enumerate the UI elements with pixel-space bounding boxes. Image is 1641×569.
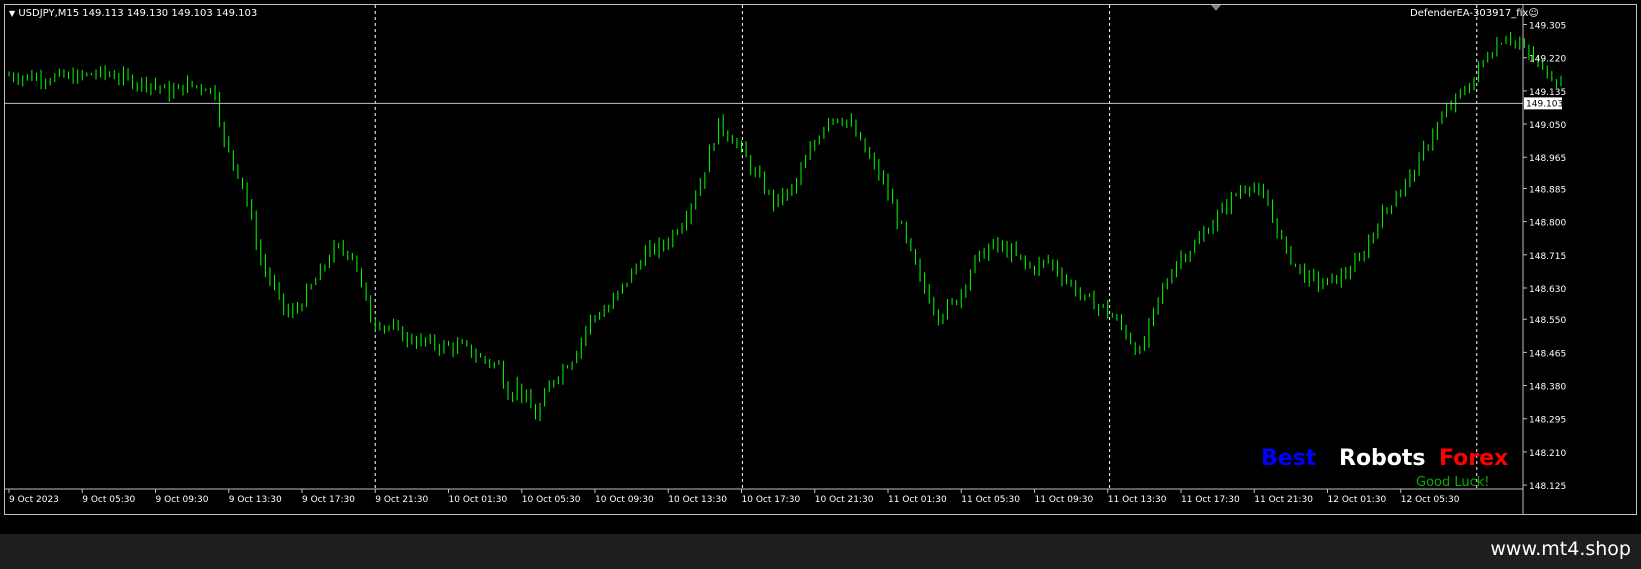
price-chart[interactable]: 149.305 149.220 149.135 149.050 148.965 148.8… bbox=[5, 5, 1636, 514]
price-tick-label: 148.550 bbox=[1529, 316, 1566, 326]
price-tick-label: 148.380 bbox=[1529, 383, 1566, 393]
time-axis: 9 Oct 2023 9 Oct 05:30 9 Oct 09:30 9 Oct 13… bbox=[8, 489, 1460, 505]
price-tick-label: 148.630 bbox=[1529, 285, 1566, 295]
time-tick-label: 12 Oct 05:30 bbox=[1401, 495, 1460, 505]
price-tick-label: 148.800 bbox=[1529, 219, 1566, 229]
chart-frame[interactable]: 149.305 149.220 149.135 149.050 148.965 148.8… bbox=[4, 4, 1637, 515]
time-tick-label: 10 Oct 21:30 bbox=[815, 495, 874, 505]
price-tick-label: 148.125 bbox=[1529, 482, 1566, 492]
symbol-ohlc-line: USDJPY,M15 149.113 149.130 149.103 149.1… bbox=[18, 8, 258, 19]
price-tick-label: 149.135 bbox=[1529, 88, 1566, 98]
price-tick-label: 149.050 bbox=[1529, 121, 1566, 131]
chevron-down-icon[interactable]: ▼ bbox=[9, 9, 15, 18]
time-tick-label: 12 Oct 01:30 bbox=[1328, 495, 1387, 505]
time-tick-label: 9 Oct 05:30 bbox=[82, 495, 135, 505]
time-tick-label: 11 Oct 09:30 bbox=[1035, 495, 1094, 505]
time-tick-label: 9 Oct 13:30 bbox=[229, 495, 282, 505]
watermark-forex: Forex bbox=[1439, 446, 1508, 471]
time-tick-label: 10 Oct 17:30 bbox=[742, 495, 801, 505]
time-tick-label: 10 Oct 05:30 bbox=[522, 495, 581, 505]
current-price-value: 149.103 bbox=[1526, 99, 1563, 109]
footer-bar: www.mt4.shop bbox=[0, 534, 1641, 569]
site-url: www.mt4.shop bbox=[1490, 538, 1631, 560]
time-tick-label: 9 Oct 17:30 bbox=[302, 495, 355, 505]
watermark-good-luck: Good Luck! bbox=[1416, 475, 1490, 490]
time-tick-label: 10 Oct 13:30 bbox=[668, 495, 727, 505]
ea-label[interactable]: DefenderEA-303917_fix☺ bbox=[1410, 8, 1539, 19]
time-tick-label: 9 Oct 09:30 bbox=[156, 495, 209, 505]
chart-shift-marker[interactable] bbox=[1211, 5, 1221, 11]
time-tick-label: 11 Oct 21:30 bbox=[1254, 495, 1313, 505]
time-tick-label: 11 Oct 13:30 bbox=[1108, 495, 1167, 505]
price-tick-label: 148.965 bbox=[1529, 154, 1566, 164]
time-tick-label: 11 Oct 01:30 bbox=[888, 495, 947, 505]
price-tick-label: 149.220 bbox=[1529, 55, 1566, 65]
price-axis: 149.305 149.220 149.135 149.050 148.965 148.8… bbox=[1523, 22, 1566, 492]
price-tick-label: 149.305 bbox=[1529, 22, 1566, 32]
time-tick-label: 11 Oct 17:30 bbox=[1181, 495, 1240, 505]
time-tick-label: 10 Oct 09:30 bbox=[595, 495, 654, 505]
price-tick-label: 148.210 bbox=[1529, 449, 1566, 459]
price-tick-label: 148.885 bbox=[1529, 185, 1566, 195]
current-price-label: 149.103 bbox=[1524, 97, 1563, 110]
candles bbox=[8, 31, 1562, 422]
time-tick-label: 9 Oct 2023 bbox=[9, 495, 59, 505]
price-tick-label: 148.295 bbox=[1529, 416, 1566, 426]
time-tick-label: 10 Oct 01:30 bbox=[449, 495, 508, 505]
watermark-robots: Robots bbox=[1339, 446, 1426, 471]
chart-window[interactable]: 149.305 149.220 149.135 149.050 148.965 148.8… bbox=[0, 0, 1641, 534]
chart-header: ▼ USDJPY,M15 149.113 149.130 149.103 149… bbox=[9, 8, 257, 19]
price-tick-label: 148.715 bbox=[1529, 252, 1566, 262]
time-tick-label: 9 Oct 21:30 bbox=[375, 495, 428, 505]
time-tick-label: 11 Oct 05:30 bbox=[961, 495, 1020, 505]
price-tick-label: 148.465 bbox=[1529, 349, 1566, 359]
watermark-best: Best bbox=[1261, 446, 1317, 471]
